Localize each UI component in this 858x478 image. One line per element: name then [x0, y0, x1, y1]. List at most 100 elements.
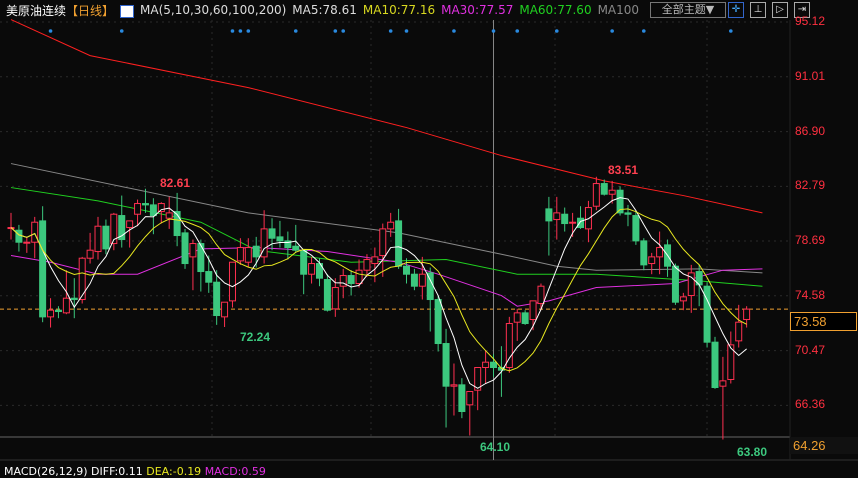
event-marker	[48, 29, 53, 33]
candle-up	[608, 189, 616, 195]
candle-up	[78, 257, 86, 301]
candle-up	[553, 212, 561, 221]
candle-up	[47, 309, 55, 318]
candle-down	[268, 228, 276, 239]
event-marker	[230, 29, 235, 33]
candle-down	[395, 220, 403, 267]
macd-name: MACD(26,12,9)	[4, 465, 88, 478]
candle-down	[70, 297, 78, 301]
low-annotation: 72.24	[240, 330, 271, 344]
candle-up	[62, 297, 70, 314]
topic-dropdown[interactable]: 全部主题▼	[650, 2, 726, 18]
last-price-box: 73.58	[790, 312, 857, 331]
candle-down	[442, 343, 450, 387]
macd-value: MACD:0.59	[204, 465, 266, 478]
low-annotation: 64.10	[480, 440, 511, 454]
candle-down	[561, 213, 569, 225]
candle-up	[189, 243, 197, 258]
price-axis-label: 91.01	[795, 68, 826, 83]
ma-indicator-icon[interactable]	[120, 4, 135, 18]
candle-up	[537, 285, 545, 305]
candle-up	[371, 256, 379, 265]
candle-up	[648, 256, 656, 265]
ma200-line	[10, 19, 763, 214]
candle-down	[434, 299, 442, 345]
event-marker	[388, 29, 393, 33]
candle-down	[292, 245, 300, 251]
candle-up	[31, 221, 39, 243]
candle-down	[403, 265, 410, 275]
candle-down	[15, 229, 23, 243]
event-marker	[642, 29, 646, 33]
candle-down	[703, 285, 711, 343]
period-label[interactable]: 【日线】	[66, 2, 114, 19]
crosshair-icon[interactable]: ✛	[728, 2, 744, 18]
candle-down	[141, 203, 149, 206]
event-marker	[246, 29, 251, 33]
candle-up	[482, 361, 490, 369]
candle-up	[379, 228, 387, 257]
event-marker	[554, 29, 559, 33]
candle-down	[213, 281, 221, 317]
range-icon[interactable]: ⊥	[750, 2, 766, 18]
candle-down	[671, 265, 679, 303]
candle-down	[39, 220, 47, 318]
event-marker	[238, 29, 243, 33]
event-marker	[515, 29, 520, 33]
ma60-value: MA60:77.60	[519, 3, 592, 17]
candle-up	[592, 183, 600, 207]
candle-up	[466, 391, 474, 406]
candle-down	[410, 273, 418, 287]
event-marker	[341, 29, 346, 33]
candle-up	[679, 296, 687, 302]
ma-label: MA(5,10,30,60,100,200)	[140, 3, 287, 17]
candle-up	[569, 221, 577, 224]
high-annotation: 82.61	[160, 176, 191, 190]
candle-up	[236, 247, 244, 262]
play-icon[interactable]: ▷	[772, 2, 788, 18]
macd-diff: DIFF:0.11	[91, 465, 143, 478]
candle-down	[149, 204, 157, 217]
candle-down	[458, 384, 466, 413]
candle-up	[656, 247, 664, 258]
event-marker	[119, 29, 124, 33]
candle-up	[331, 287, 339, 310]
candle-up	[529, 300, 537, 321]
candle-down	[577, 217, 585, 229]
macd-legend: MACD(26,12,9) DIFF:0.11 DEA:-0.19 MACD:0…	[4, 465, 266, 478]
candle-up	[23, 241, 31, 244]
candle-up	[719, 380, 727, 387]
candle-down	[323, 279, 331, 311]
candle-down	[490, 361, 498, 369]
price-axis-label: 86.90	[795, 123, 826, 138]
ma10-value: MA10:77.16	[362, 3, 436, 17]
candle-down	[205, 271, 213, 283]
candle-up	[450, 384, 458, 387]
low-annotation: 63.80	[737, 445, 768, 459]
candlestick-chart[interactable]	[0, 0, 858, 473]
candle-down	[276, 236, 284, 242]
candle-up	[743, 308, 751, 321]
candle-up	[94, 225, 102, 253]
price-axis-label: 70.47	[795, 342, 826, 357]
price-axis-label: 66.36	[795, 397, 826, 412]
ma5-value: MA5:78.61	[292, 3, 357, 17]
price-axis-label: 82.79	[795, 178, 826, 193]
candle-down	[300, 249, 308, 275]
candle-up	[126, 220, 134, 229]
ma30-value: MA30:77.57	[441, 3, 514, 17]
price-axis-label: 95.12	[795, 14, 826, 28]
candle-up	[513, 312, 521, 323]
candle-down	[102, 225, 110, 250]
high-annotation: 83.51	[608, 163, 639, 177]
price-axis-label: 74.58	[795, 287, 826, 302]
candle-down	[521, 312, 529, 325]
candle-up	[735, 321, 743, 342]
event-marker	[610, 29, 614, 33]
event-marker	[404, 29, 409, 33]
candle-down	[624, 212, 632, 215]
candle-up	[308, 263, 316, 275]
candle-down	[54, 309, 62, 313]
candle-up	[418, 273, 426, 287]
candle-down	[640, 240, 648, 266]
